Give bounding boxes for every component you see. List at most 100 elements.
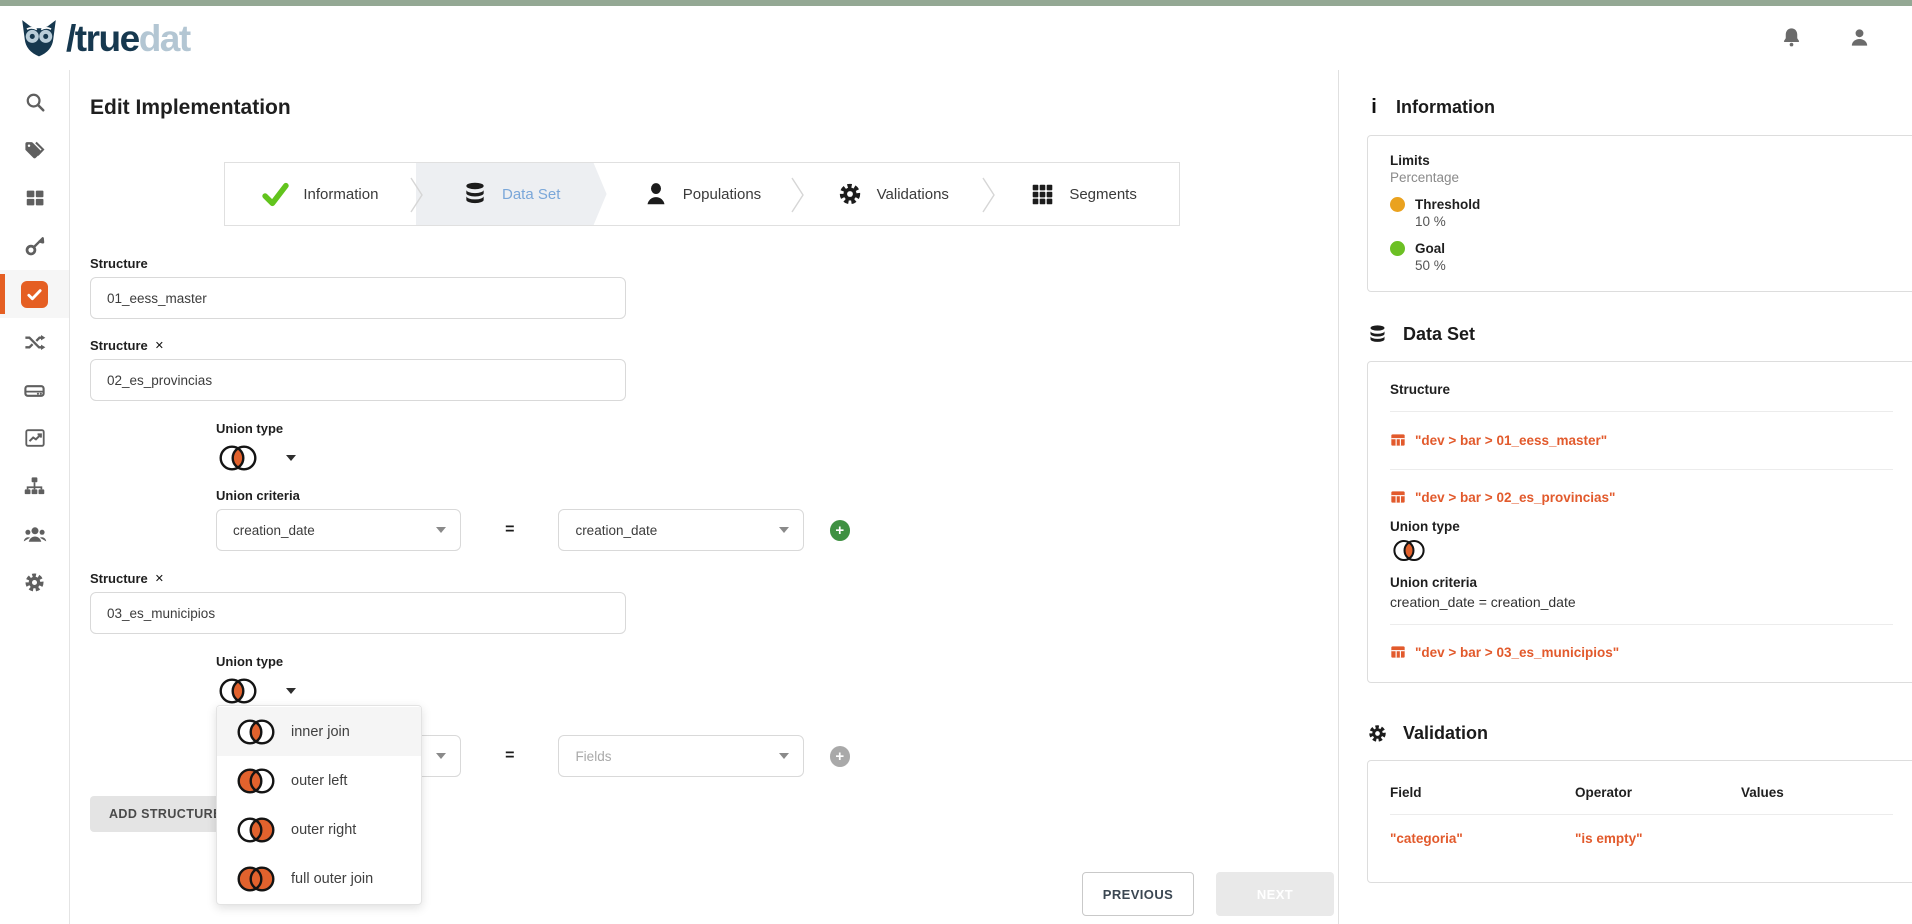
- page-title: Edit Implementation: [90, 96, 1338, 120]
- structure-input-2[interactable]: 02_es_provincias: [90, 359, 626, 401]
- venn-full-outer-join-icon: [234, 863, 278, 895]
- previous-button[interactable]: PREVIOUS: [1082, 872, 1194, 916]
- sidebar-item-sources[interactable]: [0, 366, 69, 414]
- equals-sign: =: [461, 521, 558, 539]
- sidebar-item-quality[interactable]: [0, 270, 69, 318]
- limits-label: Limits: [1390, 153, 1893, 168]
- add-criteria-icon[interactable]: +: [830, 746, 850, 767]
- union-criteria-row: creation_date = creation_date +: [216, 509, 850, 551]
- grid-icon: [24, 187, 46, 209]
- chevron-down-icon: [436, 753, 446, 759]
- check-square-icon: [21, 281, 48, 308]
- table-icon: [1390, 489, 1406, 505]
- chevron-down-icon: [286, 455, 296, 461]
- next-button[interactable]: NEXT: [1216, 872, 1334, 916]
- tab-label: Validations: [877, 186, 949, 203]
- menu-item-full-outer-join[interactable]: full outer join: [217, 854, 421, 903]
- sidebar-item-dashboards[interactable]: [0, 414, 69, 462]
- sidebar-item-tags[interactable]: [0, 126, 69, 174]
- structure-link-2[interactable]: "dev > bar > 02_es_provincias": [1390, 489, 1893, 505]
- remove-structure-icon[interactable]: ✕: [155, 339, 164, 352]
- left-sidebar: [0, 70, 70, 924]
- dataset-box: Structure "dev > bar > 01_eess_master": [1367, 361, 1912, 683]
- goal-label: Goal: [1415, 241, 1445, 256]
- sidebar-item-lineage[interactable]: [0, 318, 69, 366]
- venn-inner-join-icon: [216, 675, 260, 707]
- validation-operator: "is empty": [1575, 831, 1741, 846]
- threshold-dot-icon: [1390, 197, 1405, 212]
- logo-text: /truedat: [66, 20, 190, 57]
- tab-populations[interactable]: Populations: [607, 163, 798, 225]
- structure-label: Structure: [1390, 382, 1893, 412]
- union-type-select-open[interactable]: [216, 675, 306, 707]
- union-type-dropdown: inner join outer left outer right: [216, 705, 422, 905]
- information-box: Limits Percentage Threshold 10 % Goal 50…: [1367, 135, 1912, 292]
- union-criteria-label: Union criteria: [1390, 575, 1893, 590]
- threshold-value: 10 %: [1415, 214, 1893, 229]
- tab-segments[interactable]: Segments: [988, 163, 1179, 225]
- structure-link-1[interactable]: "dev > bar > 01_eess_master": [1390, 432, 1893, 448]
- bell-icon[interactable]: [1780, 26, 1804, 50]
- information-header: i Information: [1367, 96, 1912, 119]
- tab-validations[interactable]: Validations: [797, 163, 988, 225]
- add-criteria-icon[interactable]: +: [830, 520, 850, 541]
- validation-table-header: Field Operator Values: [1390, 781, 1893, 815]
- database-icon: [1367, 324, 1388, 345]
- check-icon: [262, 181, 289, 208]
- union-block-3: Union type inner join: [216, 654, 850, 777]
- users-icon: [23, 522, 47, 546]
- structure-input-3[interactable]: 03_es_municipios: [90, 592, 626, 634]
- sidebar-item-search[interactable]: [0, 78, 69, 126]
- threshold-label: Threshold: [1415, 197, 1480, 212]
- truedat-logo[interactable]: /truedat: [18, 17, 190, 59]
- search-icon: [24, 91, 46, 113]
- union-block-2: Union type Union criteria creation_date …: [216, 421, 850, 551]
- sidebar-item-dashboard[interactable]: [0, 174, 69, 222]
- wizard-steps: Information Data Set: [224, 162, 1180, 226]
- gear-icon: [23, 571, 46, 594]
- structure-link-3[interactable]: "dev > bar > 03_es_municipios": [1390, 644, 1893, 660]
- validation-table-row: "categoria" "is empty": [1390, 815, 1893, 856]
- menu-item-outer-left[interactable]: outer left: [217, 756, 421, 805]
- venn-inner-join-icon: [1390, 537, 1428, 564]
- goal-value: 50 %: [1415, 258, 1893, 273]
- venn-inner-join-icon: [234, 716, 278, 748]
- validation-box: Field Operator Values "categoria" "is em…: [1367, 760, 1912, 883]
- union-criteria-value: creation_date = creation_date: [1390, 594, 1893, 610]
- tags-icon: [23, 139, 46, 162]
- sidebar-item-user-groups[interactable]: [0, 510, 69, 558]
- tab-label: Data Set: [502, 186, 560, 203]
- user-icon[interactable]: [1848, 26, 1872, 50]
- tab-data-set[interactable]: Data Set: [416, 163, 607, 225]
- union-type-select[interactable]: [216, 442, 306, 474]
- right-field-select[interactable]: Fields: [558, 735, 803, 777]
- database-icon: [462, 181, 488, 207]
- person-icon: [643, 181, 669, 207]
- sidebar-item-permissions[interactable]: [0, 222, 69, 270]
- left-field-select[interactable]: creation_date: [216, 509, 461, 551]
- hard-drive-icon: [23, 379, 46, 402]
- structure-input-1[interactable]: 01_eess_master: [90, 277, 626, 319]
- remove-structure-icon[interactable]: ✕: [155, 572, 164, 585]
- tab-label: Segments: [1069, 186, 1137, 203]
- limits-scale: Percentage: [1390, 170, 1893, 185]
- menu-item-outer-right[interactable]: outer right: [217, 805, 421, 854]
- right-field-select[interactable]: creation_date: [558, 509, 803, 551]
- sidebar-item-settings[interactable]: [0, 558, 69, 606]
- validation-values: [1741, 831, 1893, 846]
- tab-label: Populations: [683, 186, 761, 203]
- union-type-label: Union type: [216, 421, 850, 436]
- equals-sign: =: [461, 747, 558, 765]
- sidebar-item-taxonomy[interactable]: [0, 462, 69, 510]
- structure-label: Structure: [90, 256, 850, 271]
- chevron-down-icon: [779, 753, 789, 759]
- chevron-down-icon: [436, 527, 446, 533]
- tab-information[interactable]: Information: [225, 163, 416, 225]
- chevron-down-icon: [286, 688, 296, 694]
- key-icon: [24, 235, 46, 257]
- chevron-down-icon: [779, 527, 789, 533]
- menu-item-inner-join[interactable]: inner join: [217, 707, 421, 756]
- gear-icon: [837, 181, 863, 207]
- app-header: /truedat: [0, 6, 1912, 70]
- table-icon: [1390, 644, 1406, 660]
